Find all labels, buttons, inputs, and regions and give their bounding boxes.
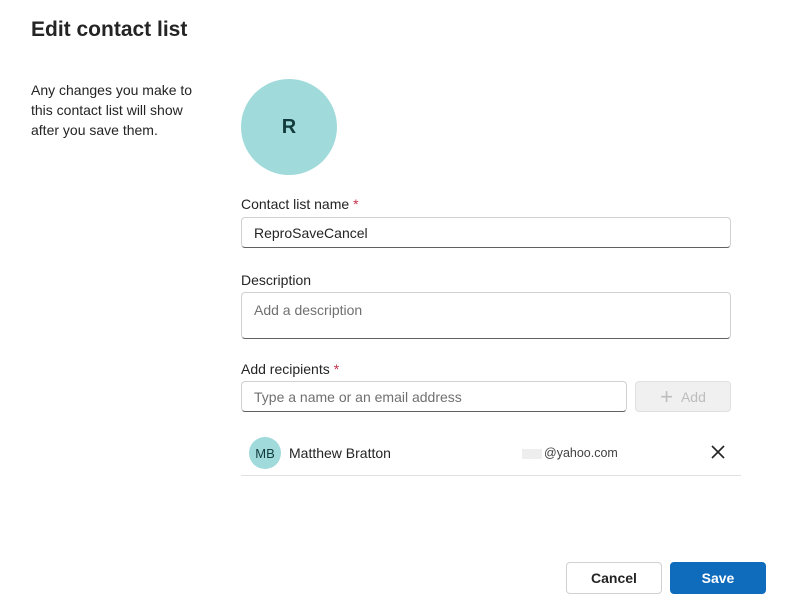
- recipient-search-input[interactable]: Type a name or an email address: [241, 381, 627, 412]
- add-recipients-label-text: Add recipients: [241, 361, 330, 377]
- redacted-text: [522, 448, 542, 459]
- member-avatar: MB: [249, 437, 281, 469]
- remove-member-button[interactable]: [708, 442, 728, 462]
- recipient-search-placeholder: Type a name or an email address: [254, 388, 462, 405]
- save-button[interactable]: Save: [670, 562, 766, 594]
- cancel-button[interactable]: Cancel: [566, 562, 662, 594]
- contact-list-name-label: Contact list name *: [241, 196, 359, 212]
- dialog-title: Edit contact list: [31, 18, 188, 41]
- description-label: Description: [241, 272, 312, 288]
- add-recipient-button[interactable]: + Add: [635, 381, 731, 412]
- contact-list-avatar: R: [241, 79, 337, 175]
- member-name: Matthew Bratton: [289, 445, 391, 461]
- avatar-initial: R: [281, 115, 297, 138]
- description-placeholder: Add a description: [254, 302, 363, 318]
- contact-list-name-value: ReproSaveCancel: [254, 224, 368, 241]
- helper-text: Any changes you make to this contact lis…: [31, 82, 193, 138]
- contact-list-name-input[interactable]: ReproSaveCancel: [241, 217, 731, 248]
- member-email-text: @yahoo.com: [544, 446, 618, 460]
- contact-list-name-label-text: Contact list name: [241, 196, 350, 212]
- required-mark: *: [353, 196, 359, 212]
- description-input[interactable]: Add a description: [241, 292, 731, 339]
- member-email: @yahoo.com: [522, 446, 618, 460]
- close-icon: [711, 445, 725, 459]
- member-initials: MB: [255, 445, 275, 461]
- required-mark: *: [333, 361, 340, 377]
- add-button-label: Add: [680, 388, 706, 405]
- plus-icon: +: [660, 383, 673, 409]
- add-recipients-label: Add recipients *: [241, 361, 339, 377]
